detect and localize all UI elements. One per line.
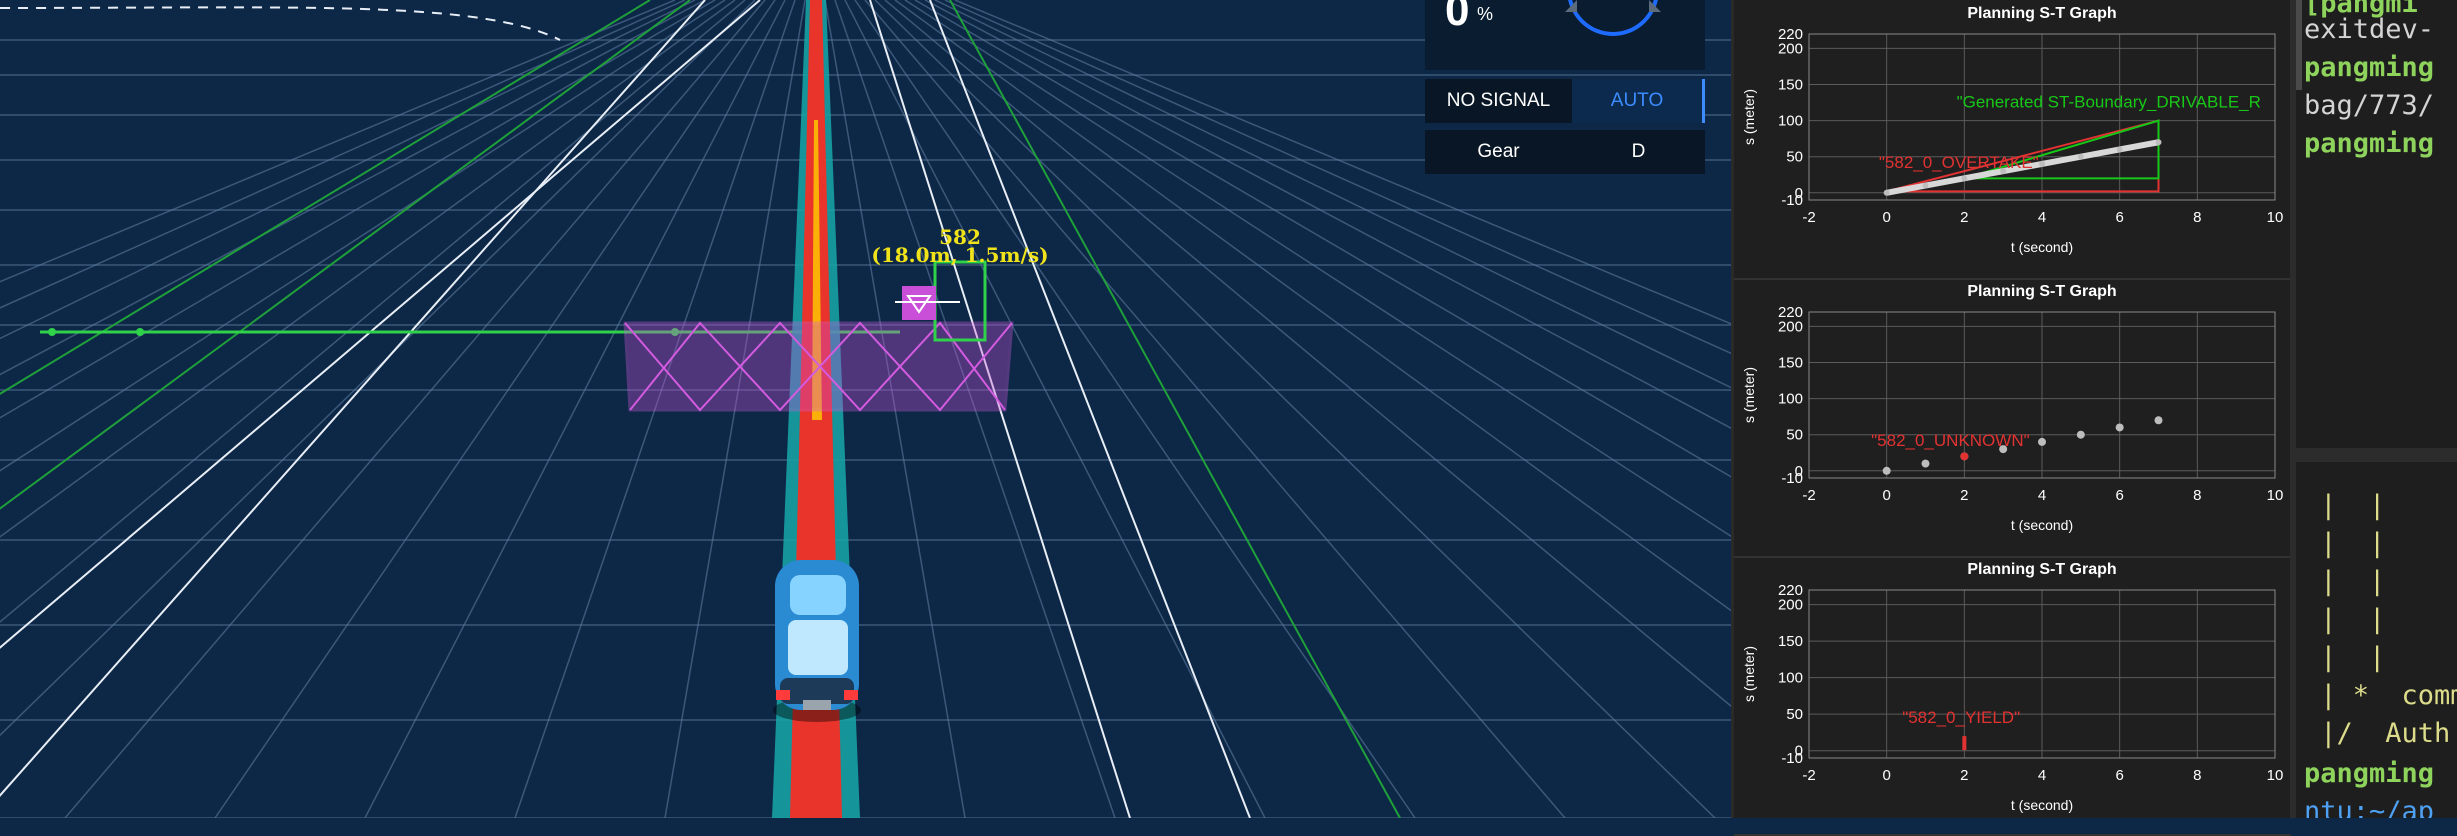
- terminal-line: | |: [2304, 604, 2386, 635]
- terminal-line: | * comm: [2304, 680, 2457, 711]
- terminal-line: |/ Auth: [2304, 718, 2451, 749]
- x-tick-label: 6: [2115, 209, 2123, 226]
- y-tick-label: 200: [1778, 597, 1803, 614]
- y-axis-label: s (meter): [1741, 367, 1757, 423]
- terminal-line: exitdev-: [2304, 14, 2435, 45]
- y-tick-label: 150: [1778, 355, 1803, 372]
- st-point: [2038, 437, 2046, 446]
- terminal-line: | |: [2304, 528, 2386, 559]
- signal-status: NO SIGNAL: [1425, 79, 1572, 123]
- y-axis-label: s (meter): [1741, 646, 1757, 702]
- chart-title: Planning S-T Graph: [1967, 5, 2116, 22]
- st-point: [2039, 160, 2045, 167]
- terminal-divider: [2296, 448, 2457, 462]
- terminal-line: | |: [2304, 490, 2386, 521]
- chart-title: Planning S-T Graph: [1967, 283, 2116, 300]
- chart-annotation: "582_0_UNKNOWN": [1871, 431, 2030, 450]
- st-point: [1883, 189, 1890, 196]
- gear-label: Gear: [1425, 130, 1572, 174]
- gear-value: D: [1572, 130, 1705, 174]
- x-axis-label: t (second): [2011, 797, 2073, 813]
- x-tick-label: -2: [1802, 209, 1815, 226]
- gear-row: Gear D: [1425, 130, 1705, 174]
- x-tick-label: 6: [2115, 767, 2123, 784]
- x-tick-label: 10: [2267, 487, 2284, 504]
- x-tick-label: 8: [2193, 209, 2201, 226]
- x-axis-label: t (second): [2011, 517, 2073, 533]
- x-tick-label: 2: [1960, 767, 1968, 784]
- chart-annotation: "Generated ST-Boundary_DRIVABLE_R: [1957, 93, 2261, 112]
- y-tick-label: 50: [1786, 149, 1803, 166]
- x-tick-label: 2: [1960, 487, 1968, 504]
- x-tick-label: 6: [2115, 487, 2123, 504]
- st-graph-chart-3: Planning S-T Graph -2 0 2 4 6 8 10 -10 0 50 100 150 2…: [1734, 556, 2291, 836]
- x-tick-label: 4: [2038, 487, 2046, 504]
- chart-title: Planning S-T Graph: [1967, 561, 2116, 578]
- y-axis-label: s (meter): [1741, 89, 1757, 145]
- y-tick-label: 220: [1778, 304, 1803, 321]
- obstacle-point: [1960, 452, 1969, 461]
- x-tick-label: 0: [1882, 487, 1890, 504]
- x-tick-label: 0: [1882, 209, 1890, 226]
- y-tick-label: 220: [1778, 582, 1803, 599]
- terminal-line: pangming: [2304, 52, 2435, 83]
- terminal-panel[interactable]: [pangmi exitdev-pangming bag/773/pangming …: [2290, 0, 2457, 818]
- yield-marker: [1962, 736, 1967, 751]
- st-point: [2155, 139, 2162, 146]
- speed-display: 0 %: [1425, 0, 1705, 70]
- st-point: [2076, 430, 2085, 439]
- terminal-line: pangming: [2304, 758, 2435, 789]
- y-tick-label: 50: [1786, 427, 1803, 444]
- terminal-line: bag/773/: [2304, 90, 2435, 121]
- terminal-line: pangming: [2304, 128, 2435, 159]
- chart-annotation: "582_0_OVERTAKE": [1879, 153, 2039, 172]
- obstacle-info-label: (18.0m, 1.5m/s): [871, 243, 1048, 267]
- x-tick-label: 0: [1882, 767, 1890, 784]
- st-graph-chart-1: Planning S-T Graph -2 0 2 4 6 8 10 -10 0 50 100 150 2…: [1734, 0, 2291, 280]
- y-tick-label: 0: [1795, 463, 1803, 480]
- x-tick-label: 8: [2193, 487, 2201, 504]
- y-tick-label: 150: [1778, 633, 1803, 650]
- st-point: [2077, 153, 2084, 160]
- st-point: [1882, 466, 1891, 475]
- y-tick-label: 0: [1795, 743, 1803, 760]
- x-tick-label: 10: [2267, 767, 2284, 784]
- steering-wheel-icon: [1565, 0, 1661, 36]
- st-point: [2154, 416, 2163, 425]
- signal-mode-row: NO SIGNAL AUTO: [1425, 79, 1705, 123]
- x-tick-label: -2: [1802, 767, 1815, 784]
- ego-vehicle[interactable]: [773, 560, 861, 722]
- y-tick-label: 220: [1778, 26, 1803, 43]
- x-tick-label: 10: [2267, 209, 2284, 226]
- st-point: [2116, 146, 2123, 153]
- st-point: [1961, 175, 1968, 182]
- y-tick-label: 100: [1778, 670, 1803, 687]
- terminal-line: | |: [2304, 566, 2386, 597]
- y-tick-label: 50: [1786, 706, 1803, 723]
- y-tick-label: 100: [1778, 391, 1803, 408]
- driving-mode-auto[interactable]: AUTO: [1572, 79, 1705, 123]
- x-tick-label: 8: [2193, 767, 2201, 784]
- st-graph-chart-2: Planning S-T Graph -2 0 2 4 6 8 10 -10 0 50 100 150 2…: [1734, 278, 2291, 558]
- x-tick-label: 2: [1960, 209, 1968, 226]
- terminal-line: | |: [2304, 642, 2386, 673]
- y-tick-label: 150: [1778, 77, 1803, 94]
- x-axis-label: t (second): [2011, 239, 2073, 255]
- stop-fence: [623, 321, 1014, 412]
- x-tick-label: 4: [2038, 767, 2046, 784]
- st-point: [1921, 459, 1930, 468]
- y-tick-label: 0: [1795, 185, 1803, 202]
- y-tick-label: 100: [1778, 113, 1803, 130]
- terminal-scrollbar[interactable]: [2296, 0, 2302, 90]
- terminal-line: ntu:~/ap: [2304, 796, 2435, 818]
- st-point: [2115, 423, 2124, 432]
- st-point: [1922, 182, 1929, 189]
- chart-annotation: "582_0_YIELD": [1902, 708, 2020, 727]
- x-tick-label: -2: [1802, 487, 1815, 504]
- planning-charts-panel: Planning S-T Graph -2 0 2 4 6 8 10 -10 0 50 100 150 2…: [1731, 0, 2291, 836]
- x-tick-label: 4: [2038, 209, 2046, 226]
- vehicle-status-panel: 0 % NO SIGNAL AUTO Gear D: [1425, 0, 1705, 176]
